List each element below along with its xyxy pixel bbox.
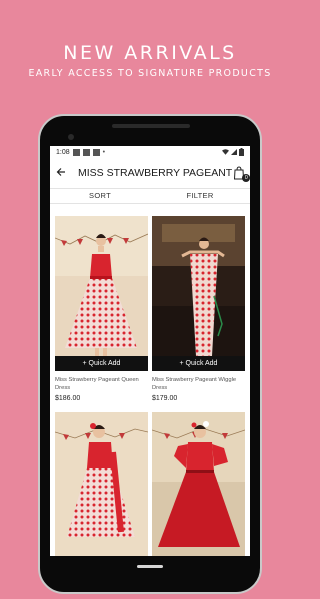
sort-button[interactable]: SORT [50, 189, 150, 203]
quick-add-button[interactable]: + Quick Add [55, 356, 148, 371]
promo-title: NEW ARRIVALS [63, 42, 237, 64]
product-card[interactable]: + Quick Add Miss Strawberry Pageant Wigg… [152, 216, 245, 402]
promo-subtitle: EARLY ACCESS TO SIGNATURE PRODUCTS [28, 68, 272, 79]
product-image[interactable]: + Quick Add [55, 216, 148, 371]
product-image[interactable] [55, 412, 148, 556]
signal-icon [231, 149, 237, 155]
product-name[interactable]: Miss Strawberry Pageant Queen Dress [55, 376, 148, 392]
product-name[interactable]: Miss Strawberry Pageant Wiggle Dress [152, 376, 245, 392]
product-card[interactable]: + Quick Add Miss Strawberry Pageant Quee… [55, 216, 148, 402]
status-dot: • [102, 148, 106, 156]
battery-icon [239, 148, 244, 156]
sort-filter-bar: SORT FILTER [50, 188, 250, 204]
page-title: MISS STRAWBERRY PAGEANT [78, 167, 233, 179]
product-price: $186.00 [55, 395, 81, 402]
home-gesture-pill[interactable] [137, 565, 163, 568]
filter-button[interactable]: FILTER [150, 189, 250, 203]
phone-camera [68, 134, 74, 140]
notification-icon [72, 148, 80, 156]
product-card[interactable] [55, 412, 148, 556]
app-bar: MISS STRAWBERRY PAGEANT 0 [50, 158, 250, 188]
product-image[interactable] [152, 412, 245, 556]
arrow-back-icon[interactable] [56, 166, 66, 180]
product-image[interactable]: + Quick Add [152, 216, 245, 371]
notification-icon [92, 148, 100, 156]
product-price: $179.00 [152, 395, 178, 402]
quick-add-button[interactable]: + Quick Add [152, 356, 245, 371]
product-card[interactable] [152, 412, 245, 556]
wifi-icon [222, 149, 229, 155]
phone-speaker [112, 124, 190, 128]
app-screen: 1:08 • MISS STRAWBERRY PAGEANT 0 SORT FI… [50, 146, 250, 556]
status-bar: 1:08 • [50, 146, 250, 158]
phone-frame: 1:08 • MISS STRAWBERRY PAGEANT 0 SORT FI… [38, 114, 262, 594]
shopping-bag-icon[interactable]: 0 [232, 166, 250, 182]
notification-icon [82, 148, 90, 156]
system-nav-bar [40, 556, 260, 576]
cart-count-badge: 0 [242, 174, 250, 182]
status-time: 1:08 [56, 148, 70, 156]
